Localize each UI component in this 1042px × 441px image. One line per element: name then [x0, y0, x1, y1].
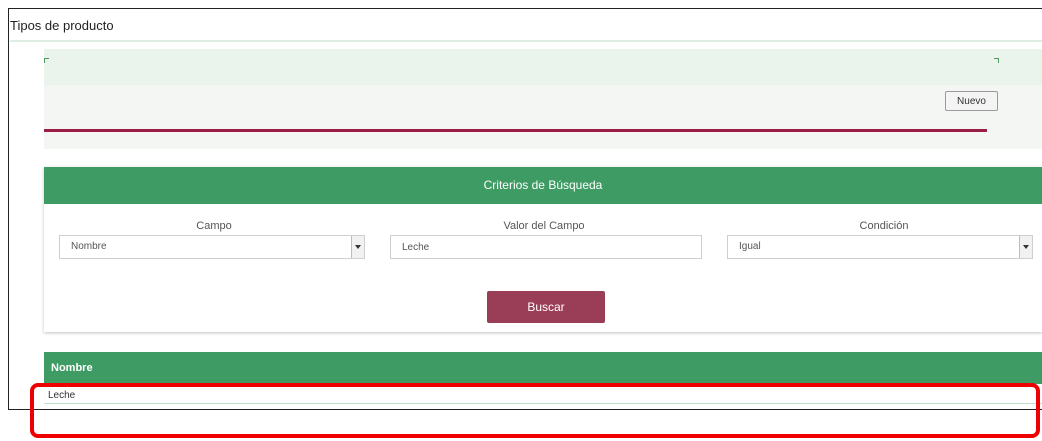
section-divider [44, 129, 987, 132]
condition-select-value: Igual [739, 241, 761, 252]
field-select[interactable]: Nombre [59, 235, 365, 259]
value-input[interactable] [390, 235, 702, 259]
search-button[interactable]: Buscar [487, 291, 605, 323]
condition-select[interactable]: Igual [727, 235, 1033, 259]
field-select-value: Nombre [71, 241, 107, 252]
chevron-down-icon[interactable] [351, 236, 364, 258]
corner-bracket-icon [994, 58, 999, 63]
actions-panel-header [44, 49, 1042, 85]
value-label: Valor del Campo [503, 220, 585, 232]
highlight-annotation [30, 383, 1040, 438]
chevron-down-icon[interactable] [1019, 236, 1032, 258]
search-criteria-panel: Criterios de Búsqueda Campo Valor del Ca… [44, 167, 1042, 332]
results-column-header[interactable]: Nombre [44, 352, 1042, 384]
corner-bracket-icon [44, 58, 49, 63]
condition-label: Condición [859, 220, 909, 232]
field-label: Campo [196, 220, 232, 232]
title-divider [10, 40, 1042, 42]
page-title: Tipos de producto [10, 18, 114, 33]
search-criteria-header: Criterios de Búsqueda [44, 167, 1042, 204]
actions-panel: Nuevo [44, 49, 1042, 149]
new-button[interactable]: Nuevo [945, 91, 998, 111]
